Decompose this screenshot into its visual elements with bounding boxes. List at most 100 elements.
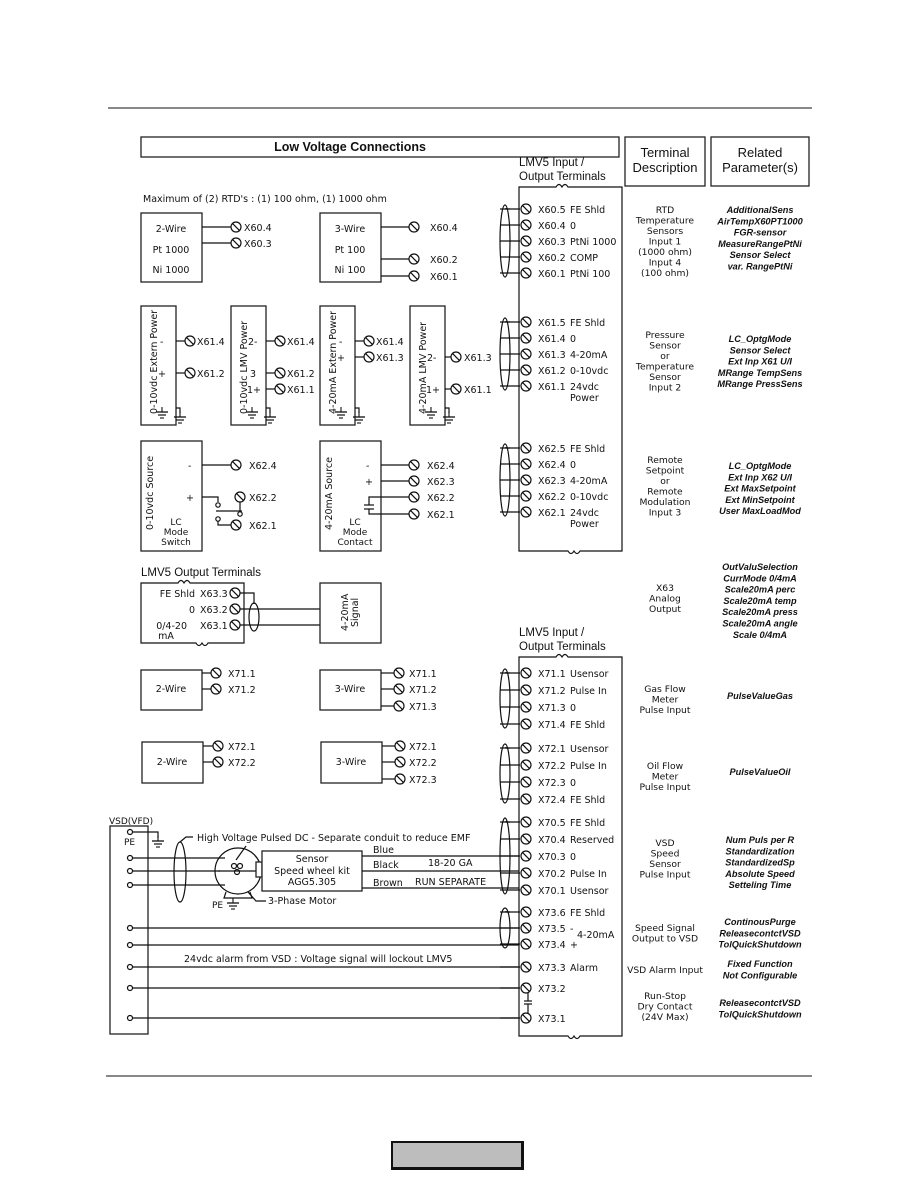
terminal-description: Remote xyxy=(647,455,683,466)
bottom-label: LC xyxy=(170,518,181,528)
rtd-2wire-line: 2-Wire xyxy=(156,224,187,235)
terminal-id: X73.3 xyxy=(538,963,566,974)
terminal-description: VSD xyxy=(655,838,674,849)
terminal-function: Reserved xyxy=(570,835,614,846)
terminal-description: Sensor xyxy=(649,859,681,870)
terminal-screw-icon xyxy=(520,867,532,879)
related-parameter: Setteling Time xyxy=(729,880,792,890)
related-parameter: PulseValueGas xyxy=(727,691,793,701)
terminal-description: Input 2 xyxy=(649,383,682,394)
terminal-description: Oil Flow xyxy=(647,761,684,772)
terminal-description: Temperature xyxy=(635,216,695,227)
terminal-function: PtNi 1000 xyxy=(570,237,616,248)
motor-pe-label: PE xyxy=(212,901,223,911)
related-parameter: TolQuickShutdown xyxy=(718,940,802,950)
terminal-screw-icon xyxy=(520,458,532,470)
terminal-screw-icon xyxy=(520,380,532,392)
terminal-screw-icon xyxy=(520,742,532,754)
terminal-description: or xyxy=(660,351,670,362)
terminal-description: Sensor xyxy=(649,372,681,383)
switch-contact-icon xyxy=(215,502,221,508)
terminal-screw-icon xyxy=(520,816,532,828)
sensor-label: AGG5.305 xyxy=(288,877,336,888)
terminal-screw-icon xyxy=(520,267,532,279)
terminal-description: Output xyxy=(649,604,681,615)
terminal-screw-icon xyxy=(394,740,406,752)
related-parameter: Ext MaxSetpoint xyxy=(724,484,796,494)
terminal-description: or xyxy=(660,476,670,487)
terminal-screw-icon xyxy=(450,351,462,363)
terminal-screw-icon xyxy=(408,221,420,233)
terminal-description: (1000 ohm) xyxy=(638,247,692,258)
terminal-screw-icon xyxy=(210,667,222,679)
terminal-screw-icon xyxy=(520,850,532,862)
rtd-3wire-line: 3-Wire xyxy=(335,224,366,235)
terminal-label: X60.4 xyxy=(430,223,458,234)
related-parameter: ReleasecontctVSD xyxy=(719,928,801,938)
terminal-screw-icon xyxy=(450,383,462,395)
terminal-function: FE Shld xyxy=(570,318,605,329)
terminal-id: X62.3 xyxy=(538,476,566,487)
terminal-function: 0 xyxy=(570,221,576,232)
range-label: 4-20mA xyxy=(577,930,615,941)
terminal-screw-icon xyxy=(408,253,420,265)
terminal-id: X60.1 xyxy=(538,269,566,280)
bottom-label: Mode xyxy=(343,528,368,538)
related-parameters-header: Related xyxy=(738,145,783,160)
x61-device-1: 0-10vdc Extern Power - + X61.4 X61.2 xyxy=(140,305,225,426)
terminal-description-header: Description xyxy=(632,160,697,175)
terminal-screw-icon xyxy=(520,833,532,845)
terminal-id: X60.2 xyxy=(538,253,566,264)
terminal-description: Pressure xyxy=(645,330,685,341)
ground-icon xyxy=(226,897,240,910)
wire-color-label: Blue xyxy=(373,845,394,856)
cable-shield-icon xyxy=(499,743,511,804)
terminal-screw-icon xyxy=(408,508,420,520)
cable-shield-icon xyxy=(173,841,187,903)
wire-color-label: Black xyxy=(373,860,399,871)
terminal-id: X71.1 xyxy=(538,669,566,680)
pin-label: 3 xyxy=(250,369,256,380)
terminal-label: X60.1 xyxy=(430,272,458,283)
terminal-function: Usensor xyxy=(570,669,609,680)
terminal-screw-icon xyxy=(520,938,532,950)
terminal-id: X70.4 xyxy=(538,835,566,846)
terminal-description: Meter xyxy=(652,695,679,706)
terminal-id: X62.5 xyxy=(538,444,566,455)
terminal-screw-icon xyxy=(520,793,532,805)
device-label: 0-10vdc Extern Power xyxy=(149,310,160,414)
lmv5-io-header: Output Terminals xyxy=(519,171,606,183)
related-parameter: Fixed Function xyxy=(727,959,793,969)
terminal-description: Gas Flow xyxy=(644,684,686,695)
terminal-screw-icon xyxy=(520,701,532,713)
related-parameter: Standardization xyxy=(726,846,795,856)
sensor-label: Sensor xyxy=(296,854,329,865)
related-parameter: Ext Inp X62 U/I xyxy=(728,472,792,482)
terminal-id: X71.3 xyxy=(538,703,566,714)
terminal-id: X72.3 xyxy=(538,778,566,789)
device-label: 3-Wire xyxy=(336,757,367,768)
terminal-id: X70.5 xyxy=(538,818,566,829)
terminal-label: X72.2 xyxy=(228,758,256,769)
terminal-description: Remote xyxy=(647,487,683,498)
terminal-label: X63.2 xyxy=(200,605,228,616)
terminal-screw-icon xyxy=(229,603,241,615)
signal-label: Signal xyxy=(350,598,361,627)
terminal-function: 0 xyxy=(570,778,576,789)
pin-label: + xyxy=(337,353,345,364)
rtd-2wire-line: Pt 1000 xyxy=(153,245,190,256)
related-parameter: OutValuSelection xyxy=(722,562,798,572)
pin-label: - xyxy=(188,461,191,472)
terminal-screw-icon xyxy=(520,684,532,696)
terminal-screw-icon xyxy=(520,667,532,679)
x63-row-label: 0 xyxy=(189,605,195,616)
terminal-id: X73.4 xyxy=(538,940,566,951)
related-parameter: AdditionalSens xyxy=(726,205,794,215)
terminal-function: 4-20mA xyxy=(570,476,608,487)
alarm-note: 24vdc alarm from VSD : Voltage signal wi… xyxy=(184,954,452,965)
terminal-description: Setpoint xyxy=(646,466,685,477)
terminal-description: Pulse Input xyxy=(640,705,691,716)
terminal-screw-icon xyxy=(212,756,224,768)
terminal-label: X62.1 xyxy=(249,521,277,532)
related-parameter: ContinousPurge xyxy=(724,917,795,927)
